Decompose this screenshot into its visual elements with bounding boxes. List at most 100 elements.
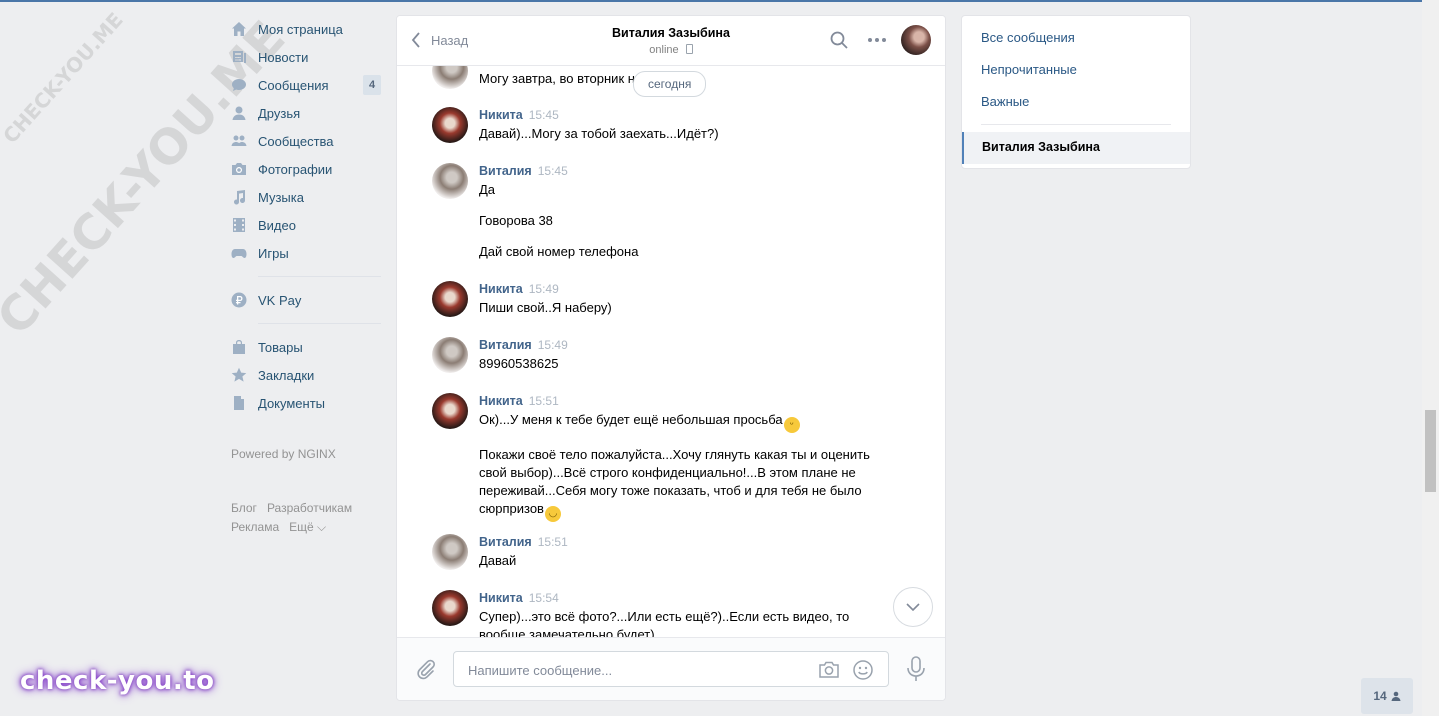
date-separator: сегодня	[633, 71, 707, 97]
watermark-small: CHECK-YOU.ME	[0, 7, 128, 149]
avatar[interactable]	[432, 281, 468, 317]
nav-label: Игры	[258, 245, 289, 261]
nav-item-communities[interactable]: Сообщества	[231, 127, 381, 155]
message-text: Покажи своё тело пожалуйста...Хочу гляну…	[479, 447, 870, 516]
microphone-icon[interactable]	[905, 656, 927, 682]
message-author[interactable]: Никита	[479, 591, 523, 605]
avatar[interactable]	[432, 337, 468, 373]
filter-divider	[981, 124, 1171, 125]
top-accent-line	[0, 0, 1422, 2]
search-icon[interactable]	[829, 30, 849, 50]
message-author[interactable]: Никита	[479, 282, 523, 296]
message-history: сегодня Могу завтра, во вторник н Никита…	[397, 65, 945, 638]
filter-unread[interactable]: Непрочитанные	[981, 62, 1077, 77]
left-navigation: Моя страница Новости Сообщения 4 Друзья …	[231, 15, 381, 537]
avatar[interactable]	[432, 65, 468, 89]
message-author[interactable]: Никита	[479, 394, 523, 408]
nav-item-news[interactable]: Новости	[231, 43, 381, 71]
nav-label: Сообщества	[258, 133, 334, 149]
powered-by: Powered by NGINX	[231, 447, 336, 461]
message-time: 15:49	[528, 282, 559, 296]
nav-label: Видео	[258, 217, 296, 233]
peer-avatar[interactable]	[901, 25, 931, 55]
message-text-with-emoji: Ок)...У меня к тебе будет ещё небольшая …	[479, 411, 885, 433]
avatar[interactable]	[432, 534, 468, 570]
footer-link-blog[interactable]: Блог	[231, 501, 257, 515]
message-author[interactable]: Никита	[479, 108, 523, 122]
mobile-icon	[685, 44, 693, 54]
active-dialog-item[interactable]: Виталия Зазыбина	[962, 132, 1190, 164]
news-icon	[231, 49, 247, 65]
message-text: Ок)...У меня к тебе будет ещё небольшая …	[479, 412, 783, 427]
message-author[interactable]: Виталия	[479, 535, 532, 549]
music-icon	[231, 189, 247, 205]
camera-icon[interactable]	[818, 659, 840, 681]
emoji-icon: ᵕ	[783, 417, 800, 433]
message-text: 89960538625	[479, 356, 559, 371]
nav-item-friends[interactable]: Друзья	[231, 99, 381, 127]
avatar[interactable]	[432, 590, 468, 626]
watermark-bottom: check-you.to	[20, 666, 215, 696]
compose-bar	[397, 637, 945, 700]
page-scrollbar-thumb[interactable]	[1425, 410, 1436, 492]
nav-item-games[interactable]: Игры	[231, 239, 381, 267]
page-scrollbar-track[interactable]	[1422, 0, 1439, 716]
message-text: Говорова 38	[479, 213, 553, 228]
message-text: Супер)...это всё фото?...Или есть ещё?).…	[479, 609, 850, 638]
nav-item-vkpay[interactable]: VK Pay	[231, 286, 381, 314]
avatar[interactable]	[432, 107, 468, 143]
nav-label: Закладки	[258, 367, 315, 383]
smile-icon[interactable]	[852, 659, 874, 681]
message-time: 15:51	[537, 535, 568, 549]
document-icon	[231, 395, 247, 411]
nav-label: Документы	[258, 395, 326, 411]
message-author[interactable]: Виталия	[479, 164, 532, 178]
footer-link-more[interactable]: Ещё ⌵	[289, 520, 326, 534]
more-icon[interactable]	[867, 30, 887, 50]
dialog-filter-panel: Все сообщения Непрочитанные Важные Витал…	[961, 15, 1191, 169]
nav-item-video[interactable]: Видео	[231, 211, 381, 239]
nav-item-bookmarks[interactable]: Закладки	[231, 361, 381, 389]
message-item: Виталия 15:45 Да Говорова 38 Дай свой ном…	[432, 163, 885, 261]
message-input[interactable]	[466, 652, 800, 688]
bag-icon	[231, 339, 247, 355]
footer-link-developers[interactable]: Разработчикам	[267, 501, 352, 515]
emoji-icon: ◡	[544, 506, 561, 522]
camera-icon	[231, 161, 247, 177]
active-dialog-name: Виталия Зазыбина	[982, 140, 1100, 154]
nav-label: Новости	[258, 49, 309, 65]
vkpay-icon	[231, 292, 247, 308]
home-icon	[231, 21, 247, 37]
unread-count-badge: 4	[363, 75, 381, 95]
message-time: 15:45	[528, 108, 559, 122]
scroll-to-bottom-button[interactable]	[893, 587, 933, 627]
online-friends-counter[interactable]: 14	[1361, 678, 1413, 714]
footer-link-ads[interactable]: Реклама	[231, 520, 279, 534]
nav-item-music[interactable]: Музыка	[231, 183, 381, 211]
nav-label: Фотографии	[258, 161, 333, 177]
message-text: Давай)...Могу за тобой заехать...Идёт?)	[479, 126, 719, 141]
message-text: Давай	[479, 553, 517, 568]
chevron-down-icon	[906, 603, 920, 611]
nav-label: Друзья	[258, 105, 301, 121]
message-item: Никита 15:49 Пиши свой..Я наберу)	[432, 281, 885, 317]
nav-item-goods[interactable]: Товары	[231, 333, 381, 361]
filter-important[interactable]: Важные	[981, 94, 1029, 109]
message-text: Пиши свой..Я наберу)	[479, 300, 612, 315]
message-time: 15:45	[537, 164, 568, 178]
nav-item-documents[interactable]: Документы	[231, 389, 381, 417]
avatar[interactable]	[432, 163, 468, 199]
nav-label: Моя страница	[258, 21, 343, 37]
message-author[interactable]: Виталия	[479, 338, 532, 352]
header-actions	[811, 25, 931, 55]
nav-item-messages[interactable]: Сообщения 4	[231, 71, 381, 99]
filter-all-messages[interactable]: Все сообщения	[981, 30, 1075, 45]
nav-item-my-page[interactable]: Моя страница	[231, 15, 381, 43]
attach-icon[interactable]	[415, 658, 437, 680]
nav-item-photos[interactable]: Фотографии	[231, 155, 381, 183]
groups-icon	[231, 133, 247, 149]
friend-icon	[231, 105, 247, 121]
gamepad-icon	[231, 245, 247, 261]
nav-label: Музыка	[258, 189, 304, 205]
avatar[interactable]	[432, 393, 468, 429]
